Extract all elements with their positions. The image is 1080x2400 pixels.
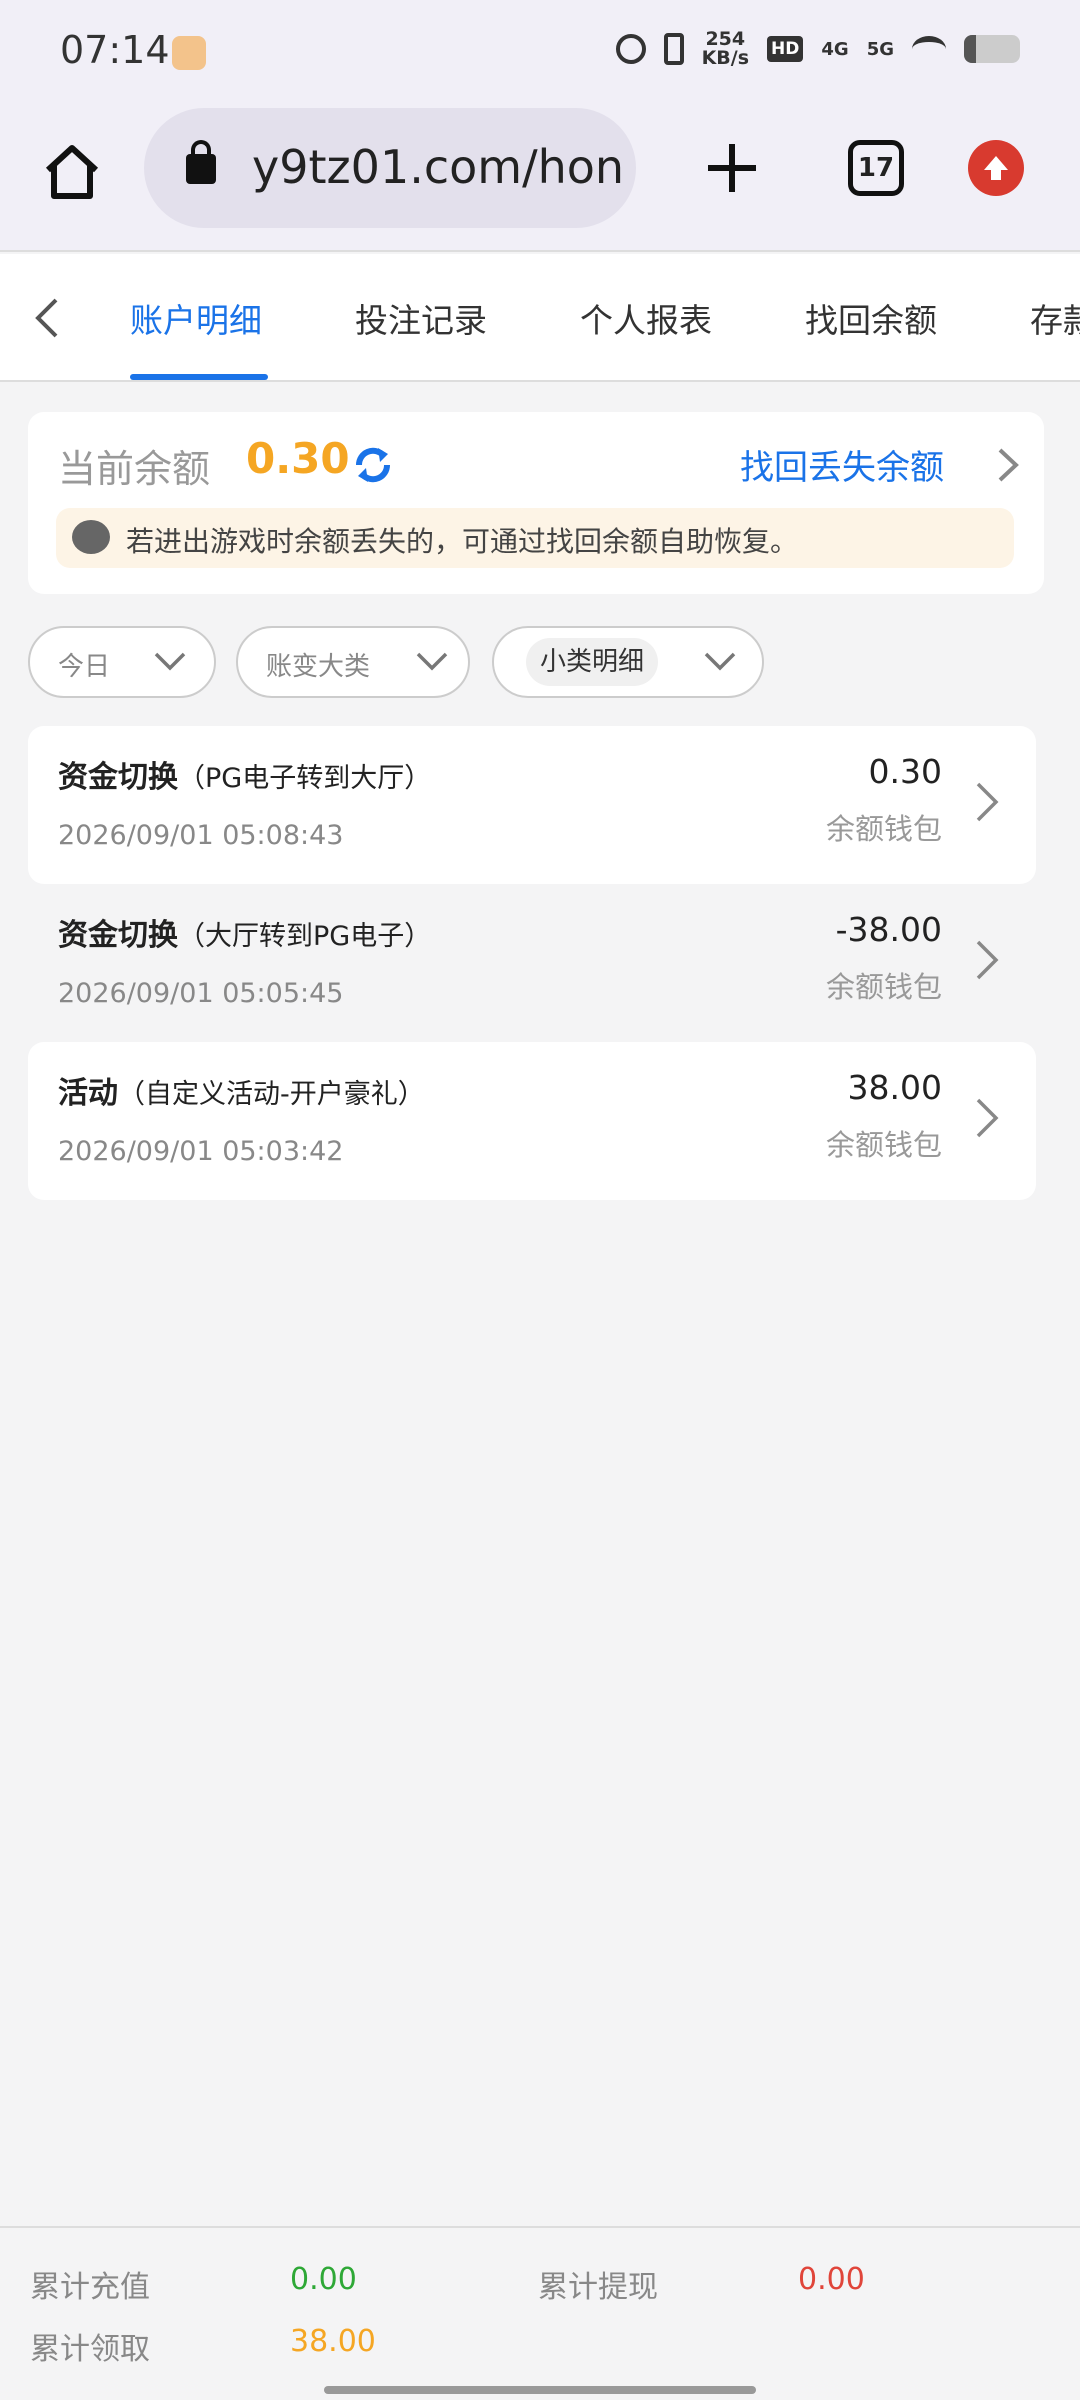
list-item[interactable]: 资金切换（大厅转到PG电子） 2026/09/01 05:05:45 -38.0… [28, 884, 1036, 1042]
record-wallet: 余额钱包 [825, 812, 942, 846]
tab-account-details[interactable]: 账户明细 [130, 294, 262, 342]
record-detail: （PG电子转到大厅） [178, 763, 432, 794]
active-tab-indicator [130, 374, 268, 380]
balance-label: 当前余额 [58, 447, 211, 491]
notification-app-icon [172, 36, 206, 70]
status-icons: 254 KB/s HD 4G 5G [615, 28, 1020, 69]
record-detail: （大厅转到PG电子） [178, 921, 432, 952]
record-detail: （自定义活动-开户豪礼） [118, 1079, 425, 1110]
alarm-icon [615, 34, 646, 64]
notice-banner: 若进出游戏时余额丢失的，可通过找回余额自助恢复。 [56, 508, 1014, 568]
tab-bet-records[interactable]: 投注记录 [355, 294, 487, 342]
home-icon[interactable] [40, 140, 104, 204]
date-filter[interactable]: 今日 [28, 626, 216, 698]
signal-5g-icon: 5G [866, 38, 894, 60]
balance-card: 当前余额 0.30 找回丢失余额 若进出游戏时余额丢失的，可通过找回余额自助恢复… [28, 412, 1044, 594]
chevron-right-icon[interactable] [992, 446, 1022, 484]
record-title: 资金切换（大厅转到PG电子） [58, 918, 432, 953]
claim-value: 38.00 [290, 2324, 376, 2359]
back-icon[interactable] [28, 296, 68, 340]
list-item[interactable]: 活动（自定义活动-开户豪礼） 2026/09/01 05:03:42 38.00… [28, 1042, 1036, 1200]
chevron-down-icon [154, 652, 186, 671]
hd-icon: HD [767, 36, 804, 62]
withdraw-label: 累计提现 [538, 2270, 658, 2305]
new-tab-icon[interactable] [700, 136, 764, 200]
record-amount: 0.30 [868, 752, 942, 791]
wifi-icon [912, 36, 946, 62]
list-item[interactable]: 资金切换（PG电子转到大厅） 2026/09/01 05:08:43 0.30 … [28, 726, 1036, 884]
subcategory-filter-label: 小类明细 [526, 638, 659, 686]
url-bar[interactable]: y9tz01.com/hon [144, 108, 636, 228]
tab-deposit[interactable]: 存款 [1030, 294, 1080, 342]
balance-value: 0.30 [246, 434, 350, 483]
record-time: 2026/09/01 05:08:43 [58, 820, 344, 851]
vibrate-icon [663, 33, 684, 65]
tab-count-button[interactable]: 17 [848, 140, 904, 196]
update-icon[interactable] [968, 140, 1024, 196]
record-amount: 38.00 [847, 1068, 942, 1107]
refresh-icon[interactable] [350, 442, 396, 488]
recharge-label: 累计充值 [30, 2270, 150, 2305]
signal-4g-icon: 4G [821, 38, 849, 60]
tab-personal-report[interactable]: 个人报表 [580, 294, 712, 342]
record-time: 2026/09/01 05:03:42 [58, 1136, 344, 1167]
chevron-right-icon [976, 940, 999, 980]
network-speed: 254 KB/s [701, 28, 750, 69]
chevron-right-icon [976, 1098, 999, 1138]
record-amount: -38.00 [835, 910, 942, 949]
chevron-down-icon [416, 652, 448, 671]
record-wallet: 余额钱包 [825, 970, 942, 1004]
url-text: y9tz01.com/hon [252, 140, 625, 194]
status-time: 07:14 [60, 28, 170, 72]
subcategory-filter[interactable]: 小类明细 [492, 626, 764, 698]
claim-label: 累计领取 [30, 2332, 150, 2367]
withdraw-value: 0.00 [798, 2262, 865, 2297]
tab-recover-balance[interactable]: 找回余额 [805, 294, 937, 342]
chevron-down-icon [704, 652, 736, 671]
recharge-value: 0.00 [290, 2262, 357, 2297]
chat-bubble-icon [72, 520, 110, 554]
record-title: 资金切换（PG电子转到大厅） [58, 760, 432, 795]
lock-icon [186, 140, 216, 184]
date-filter-label: 今日 [58, 652, 111, 682]
record-title: 活动（自定义活动-开户豪礼） [58, 1076, 425, 1111]
category-filter[interactable]: 账变大类 [236, 626, 470, 698]
home-indicator[interactable] [324, 2386, 756, 2394]
record-wallet: 余额钱包 [825, 1128, 942, 1162]
record-time: 2026/09/01 05:05:45 [58, 978, 344, 1009]
find-lost-balance-link[interactable]: 找回丢失余额 [740, 440, 944, 489]
summary-footer: 累计充值 0.00 累计提现 0.00 累计领取 38.00 [0, 2226, 1080, 2400]
category-filter-label: 账变大类 [266, 652, 371, 682]
browser-toolbar: y9tz01.com/hon 17 [0, 100, 1080, 252]
status-bar: 07:14 254 KB/s HD 4G 5G [0, 0, 1080, 100]
chevron-right-icon [976, 782, 999, 822]
notice-text: 若进出游戏时余额丢失的，可通过找回余额自助恢复。 [126, 525, 799, 558]
tab-nav: 账户明细 投注记录 个人报表 找回余额 存款 [0, 254, 1080, 382]
battery-icon [964, 35, 1020, 63]
